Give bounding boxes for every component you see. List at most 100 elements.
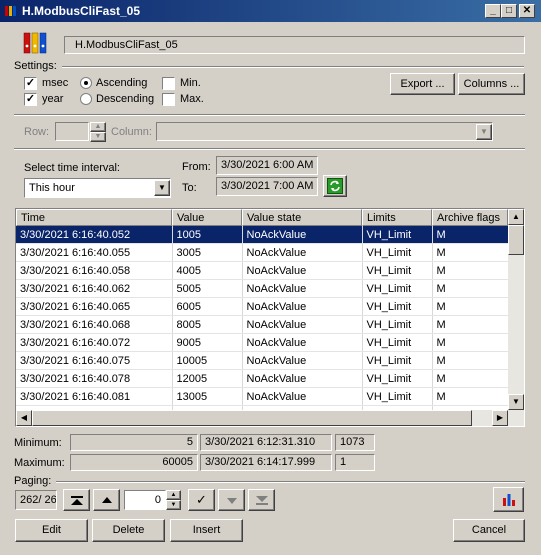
table-row[interactable]: 3/30/2021 6:16:40.058 4005 NoAckValue VH_Li… (16, 261, 509, 280)
refresh-button[interactable] (323, 175, 347, 197)
vertical-scrollbar[interactable]: ▲ ▼ (508, 209, 524, 410)
table-row[interactable]: 3/30/2021 6:16:40.081 13005 NoAckValue VH_L… (16, 387, 509, 406)
column-dropdown-arrow-icon[interactable]: ▼ (476, 124, 492, 140)
table-row[interactable]: 3/30/2021 6:16:40.052 1005 NoAckValue VH_Li… (16, 226, 509, 244)
previous-page-button[interactable] (93, 489, 120, 511)
maximum-value-field: 60005 (70, 454, 198, 471)
edit-button[interactable]: Edit (15, 519, 88, 542)
table-cell: NoAckValue (242, 297, 363, 316)
column-header-value-state[interactable]: Value state (242, 209, 362, 226)
horizontal-scrollbar[interactable]: ◀ ▶ (16, 410, 524, 426)
tag-name-field: H.ModbusCliFast_05 (64, 36, 525, 54)
table-cell: VH_Limit (362, 369, 433, 388)
edit-label: Edit (42, 524, 61, 536)
chart-button[interactable] (493, 487, 524, 512)
close-button[interactable]: ✕ (519, 4, 535, 18)
column-header-limits[interactable]: Limits (362, 209, 432, 226)
scroll-right-icon[interactable]: ▶ (492, 410, 508, 426)
archive-table[interactable]: Time Value Value state Limits Archive fl… (15, 208, 525, 427)
archive-binders-icon (23, 32, 47, 54)
first-page-button[interactable] (63, 489, 90, 511)
page-info-field: 262/ 26 (15, 490, 57, 510)
table-cell: VH_Limit (362, 351, 433, 370)
next-page-button[interactable] (218, 489, 245, 511)
minimum-count-field: 1073 (335, 434, 375, 451)
scroll-left-icon[interactable]: ◀ (16, 410, 32, 426)
bar-chart-icon (503, 494, 515, 506)
table-row[interactable]: 3/30/2021 6:16:40.065 6005 NoAckValue VH_Li… (16, 297, 509, 316)
column-header-time[interactable]: Time (16, 209, 172, 226)
min-checkbox[interactable] (162, 77, 175, 90)
row-up-button[interactable]: ▲ (90, 122, 106, 132)
table-row[interactable]: 3/30/2021 6:16:40.062 5005 NoAckValue VH_Li… (16, 279, 509, 298)
minimum-label: Minimum: (14, 437, 62, 449)
table-cell: VH_Limit (362, 279, 433, 298)
delete-button[interactable]: Delete (92, 519, 165, 542)
table-cell: NoAckValue (242, 351, 363, 370)
column-header-archive-flags[interactable]: Archive flags (432, 209, 508, 226)
minimize-button[interactable]: _ (485, 4, 501, 18)
maximize-button[interactable]: □ (501, 4, 517, 18)
scroll-up-icon[interactable]: ▲ (508, 209, 524, 225)
descending-radio[interactable] (80, 93, 92, 105)
page-up-button[interactable]: ▲ (166, 490, 181, 500)
insert-button[interactable]: Insert (170, 519, 243, 542)
scroll-thumb[interactable] (508, 225, 524, 255)
table-row[interactable]: 3/30/2021 6:16:40.075 10005 NoAckValue VH_L… (16, 351, 509, 370)
table-cell: 9005 (172, 333, 243, 352)
table-row[interactable]: 3/30/2021 6:16:40.055 3005 NoAckValue VH_Li… (16, 243, 509, 262)
table-cell: 3/30/2021 6:16:40.052 (16, 226, 173, 244)
last-page-button[interactable] (248, 489, 275, 511)
table-body: 3/30/2021 6:16:40.052 1005 NoAckValue VH_Li… (16, 226, 509, 424)
ascending-label: Ascending (96, 77, 148, 89)
checkmark-icon: ✓ (196, 492, 207, 507)
table-cell: M (432, 279, 509, 298)
export-button[interactable]: Export ... (390, 73, 455, 95)
table-row[interactable]: 3/30/2021 6:16:40.072 9005 NoAckValue VH_Li… (16, 333, 509, 352)
table-cell: 3/30/2021 6:16:40.072 (16, 333, 173, 352)
h-scroll-thumb[interactable] (32, 410, 472, 426)
page-down-button[interactable]: ▼ (166, 500, 181, 510)
table-cell: 1005 (172, 226, 243, 244)
row-down-button[interactable]: ▼ (90, 132, 106, 142)
table-cell: 6005 (172, 297, 243, 316)
column-header-value[interactable]: Value (172, 209, 242, 226)
table-cell: NoAckValue (242, 261, 363, 280)
divider (14, 148, 525, 150)
msec-checkbox[interactable]: ✓ (24, 77, 37, 90)
year-checkbox[interactable]: ✓ (24, 93, 37, 106)
paging-label: Paging: (14, 475, 52, 487)
interval-dropdown-arrow-icon[interactable]: ▼ (154, 180, 170, 196)
table-row[interactable]: 3/30/2021 6:16:40.068 8005 NoAckValue VH_Li… (16, 315, 509, 334)
to-field: 3/30/2021 7:00 AM (216, 177, 318, 196)
table-row[interactable]: 3/30/2021 6:16:40.078 12005 NoAckValue VH_L… (16, 369, 509, 388)
min-label: Min. (180, 77, 201, 89)
down-arrow-icon (227, 498, 237, 504)
cancel-label: Cancel (471, 524, 507, 536)
table-cell: NoAckValue (242, 279, 363, 298)
table-cell: M (432, 333, 509, 352)
table-cell: M (432, 387, 509, 406)
columns-button[interactable]: Columns ... (458, 73, 525, 95)
table-cell: 3/30/2021 6:16:40.081 (16, 387, 173, 406)
ascending-radio[interactable] (80, 77, 92, 89)
interval-select[interactable]: This hour (24, 178, 171, 198)
row-input[interactable] (55, 122, 89, 141)
table-cell: VH_Limit (362, 297, 433, 316)
delete-label: Delete (112, 524, 145, 536)
last-page-icon (256, 496, 268, 505)
table-cell: 3/30/2021 6:16:40.068 (16, 315, 173, 334)
table-cell: VH_Limit (362, 387, 433, 406)
page-number-input[interactable]: 0 (124, 490, 166, 510)
table-cell: 3005 (172, 243, 243, 262)
max-checkbox[interactable] (162, 93, 175, 106)
scroll-down-icon[interactable]: ▼ (508, 394, 524, 410)
column-select[interactable] (156, 122, 493, 141)
table-cell: NoAckValue (242, 315, 363, 334)
confirm-page-button[interactable]: ✓ (188, 489, 215, 511)
up-arrow-icon (102, 497, 112, 503)
title-bar[interactable]: H.ModbusCliFast_05 _ □ ✕ (0, 0, 541, 22)
max-label: Max. (180, 93, 204, 105)
from-label: From: (182, 161, 211, 173)
cancel-button[interactable]: Cancel (453, 519, 525, 542)
